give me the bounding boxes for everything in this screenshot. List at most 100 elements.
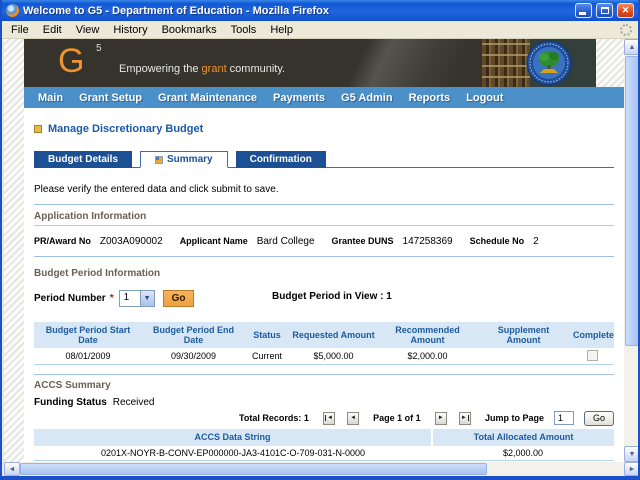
g5-banner: G 5 Empowering the grant community. — [24, 39, 596, 87]
period-number-selected-value: 1 — [123, 291, 130, 303]
accs-summary-header: ACCS Summary — [34, 379, 111, 391]
main-navigation: Main Grant Setup Grant Maintenance Payme… — [24, 87, 624, 108]
prev-page-button[interactable]: ◄ — [347, 411, 359, 425]
nav-grant-maintenance[interactable]: Grant Maintenance — [158, 92, 257, 104]
application-information-fields: PR/Award No Z003A090002 Applicant Name B… — [34, 236, 614, 247]
g5-logo: G — [58, 42, 85, 80]
page-title: Manage Discretionary Budget — [48, 123, 204, 135]
tagline-highlight: grant — [201, 63, 227, 75]
banner-streak — [24, 39, 596, 87]
grantee-duns-value: 147258369 — [402, 236, 453, 247]
minimize-button[interactable] — [575, 3, 592, 18]
accs-table-header-row: ACCS Data String Total Allocated Amount — [34, 428, 614, 446]
end-date-cell: 09/30/2009 — [142, 348, 245, 365]
menu-history[interactable]: History — [106, 23, 154, 37]
budget-table-header-row: Budget Period Start Date Budget Period E… — [34, 322, 614, 348]
tab-confirmation[interactable]: Confirmation — [235, 151, 326, 168]
tagline-suffix: community. — [226, 63, 286, 75]
col-end-date: Budget Period End Date — [142, 322, 245, 348]
page-indicator: Page 1 of 1 — [373, 413, 421, 423]
title-bar: Welcome to G5 - Department of Education … — [2, 0, 638, 21]
first-page-button[interactable]: ◄ — [323, 411, 335, 425]
col-total-allocated: Total Allocated Amount — [432, 428, 614, 446]
status-cell: Current — [245, 348, 289, 365]
complete-checkbox[interactable] — [586, 350, 598, 362]
jump-go-button[interactable]: Go — [583, 410, 614, 426]
instruction-text: Please verify the entered data and click… — [34, 184, 279, 195]
menu-tools[interactable]: Tools — [224, 23, 264, 37]
vertical-scroll-thumb[interactable] — [625, 56, 638, 346]
menu-help[interactable]: Help — [263, 23, 300, 37]
pr-award-no-value: Z003A090002 — [99, 236, 163, 247]
budget-period-table: Budget Period Start Date Budget Period E… — [34, 322, 614, 365]
menu-bookmarks[interactable]: Bookmarks — [155, 23, 224, 37]
browser-window: Welcome to G5 - Department of Education … — [0, 0, 640, 480]
divider — [34, 373, 614, 375]
tab-budget-details[interactable]: Budget Details — [34, 151, 133, 168]
close-button[interactable]: ✕ — [617, 3, 634, 18]
budget-period-information-header: Budget Period Information — [34, 268, 161, 279]
left-margin-stripes — [4, 39, 24, 462]
required-marker: * — [109, 292, 114, 304]
next-page-button[interactable]: ► — [434, 411, 447, 425]
funding-status-value: Received — [112, 396, 155, 408]
maximize-icon — [600, 7, 609, 14]
col-status: Status — [245, 322, 289, 348]
horizontal-scroll-thumb[interactable] — [20, 463, 487, 475]
nav-g5-admin[interactable]: G5 Admin — [341, 92, 393, 104]
col-recommended: Recommended Amount — [378, 322, 477, 348]
maximize-button[interactable] — [596, 3, 613, 18]
scroll-left-button[interactable]: ◄ — [4, 462, 20, 476]
pr-award-no-label: PR/Award No — [34, 236, 91, 246]
col-requested: Requested Amount — [289, 322, 378, 348]
accs-table: ACCS Data String Total Allocated Amount … — [34, 428, 614, 461]
chevron-down-icon[interactable]: ▼ — [139, 290, 154, 306]
col-accs-data-string: ACCS Data String — [34, 428, 433, 446]
scroll-down-button[interactable]: ▼ — [624, 446, 638, 462]
window-bottom-border — [2, 476, 638, 480]
last-page-icon: ► — [460, 415, 469, 421]
page-title-row: Manage Discretionary Budget — [34, 123, 614, 135]
scroll-up-button[interactable]: ▲ — [624, 39, 638, 55]
tab-summary[interactable]: Summary — [140, 151, 228, 168]
g5-logo-sup: 5 — [96, 43, 102, 54]
horizontal-scrollbar[interactable]: ◄ ► — [4, 462, 638, 476]
tagline-prefix: Empowering the — [119, 63, 202, 75]
complete-cell — [570, 348, 614, 365]
banner-tagline: Empowering the grant community. — [119, 63, 285, 75]
jump-to-page-label: Jump to Page — [484, 413, 544, 423]
vertical-scrollbar[interactable]: ▲ ▼ — [624, 39, 638, 462]
jump-to-page-input[interactable] — [553, 411, 574, 425]
nav-payments[interactable]: Payments — [273, 92, 325, 104]
funding-status-label: Funding Status — [34, 396, 107, 408]
period-number-row: Period Number * 1 ▼ Go Budget Period in … — [34, 289, 614, 307]
funding-status-row: Funding Status Received — [34, 397, 614, 408]
applicant-name-label: Applicant Name — [179, 236, 248, 246]
scroll-right-button[interactable]: ► — [624, 462, 638, 476]
menu-view[interactable]: View — [69, 23, 107, 37]
accs-data-string-cell: 0201X-NOYR-B-CONV-EP000000-JA3-4101C-O-7… — [34, 445, 432, 461]
nav-logout[interactable]: Logout — [466, 92, 503, 104]
nav-grant-setup[interactable]: Grant Setup — [79, 92, 142, 104]
budget-table-row: 08/01/2009 09/30/2009 Current $5,000.00 … — [34, 348, 614, 365]
budget-period-in-view: Budget Period in View : 1 — [272, 291, 392, 302]
period-go-button[interactable]: Go — [162, 289, 195, 307]
nav-main[interactable]: Main — [38, 92, 63, 104]
last-page-button[interactable]: ► — [459, 411, 471, 425]
accs-table-row: 0201X-NOYR-B-CONV-EP000000-JA3-4101C-O-7… — [34, 445, 614, 461]
department-of-education-seal — [526, 40, 572, 86]
period-number-select[interactable]: 1 ▼ — [118, 289, 155, 307]
summary-tab-icon — [155, 155, 164, 164]
minimize-icon — [579, 12, 586, 15]
col-start-date: Budget Period Start Date — [34, 322, 142, 348]
menu-bar: File Edit View History Bookmarks Tools H… — [2, 21, 638, 39]
menu-edit[interactable]: Edit — [36, 23, 69, 37]
schedule-no-value: 2 — [533, 236, 539, 247]
throbber-icon — [620, 23, 632, 36]
tab-summary-label: Summary — [167, 154, 213, 165]
start-date-cell: 08/01/2009 — [34, 348, 142, 365]
page-content: Manage Discretionary Budget Budget Detai… — [24, 108, 624, 462]
nav-reports[interactable]: Reports — [409, 92, 451, 104]
total-records: Total Records: 1 — [239, 413, 309, 423]
menu-file[interactable]: File — [4, 23, 36, 37]
